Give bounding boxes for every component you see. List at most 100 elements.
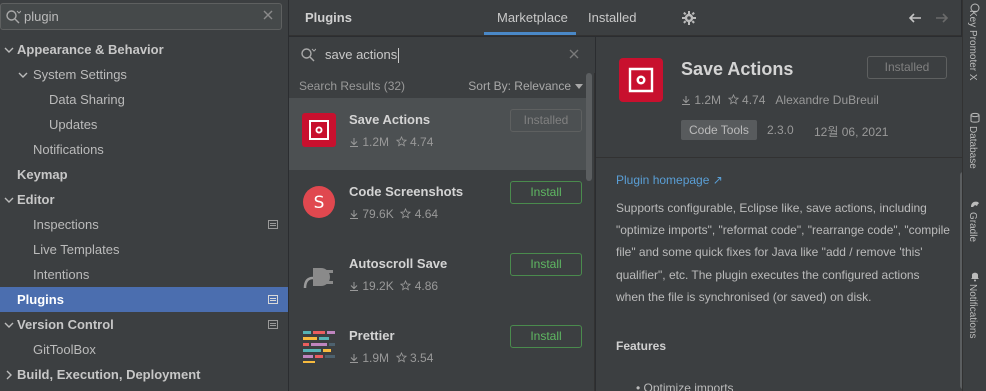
tool-window-notifications[interactable]: Notifications <box>967 284 978 338</box>
tree-item-live-templates[interactable]: Live Templates <box>0 237 288 262</box>
star-icon <box>727 93 739 105</box>
project-settings-icon <box>268 320 278 329</box>
code-screenshots-icon: S <box>303 186 335 218</box>
tree-item-label: Keymap <box>17 167 68 182</box>
rating: 4.74 <box>410 135 434 149</box>
search-icon <box>301 48 316 62</box>
plugin-search-value[interactable]: save actions <box>325 47 397 62</box>
rating: 3.54 <box>410 351 434 365</box>
prettier-icon <box>303 331 335 363</box>
installed-button[interactable]: Installed <box>510 109 582 132</box>
database-icon <box>970 112 980 123</box>
plugin-results-panel: save actions Search Results (32) Sort By… <box>289 37 595 391</box>
plugin-name: Prettier <box>349 328 395 343</box>
tab-marketplace[interactable]: Marketplace <box>497 10 568 25</box>
bell-icon <box>971 272 979 282</box>
tree-item-label: Version Control <box>17 317 114 332</box>
tree-item-label: Appearance & Behavior <box>17 42 164 57</box>
tree-item-data-sharing[interactable]: Data Sharing <box>0 87 288 112</box>
plugin-name: Autoscroll Save <box>349 256 448 271</box>
back-arrow-icon[interactable] <box>907 10 923 26</box>
tree-item-editor[interactable]: Editor <box>0 187 288 212</box>
download-icon <box>350 282 358 291</box>
sort-label[interactable]: Sort By: Relevance <box>468 79 571 93</box>
plugin-version: 2.3.0 <box>767 123 794 137</box>
clear-search-icon[interactable] <box>261 8 275 22</box>
tree-item-intentions[interactable]: Intentions <box>0 262 288 287</box>
chevron-down-icon[interactable] <box>4 320 14 330</box>
tab-installed[interactable]: Installed <box>588 10 636 25</box>
plugin-name: Save Actions <box>349 112 431 127</box>
plugins-header: Plugins Marketplace Installed <box>289 0 961 36</box>
tree-item-label: GitToolBox <box>33 342 96 357</box>
active-tab-indicator <box>484 32 576 35</box>
download-count: 1.9M <box>362 351 390 365</box>
plug-icon <box>303 268 333 289</box>
installed-button[interactable]: Installed <box>867 56 947 79</box>
rating: 4.64 <box>414 207 439 221</box>
tree-item-label: Notifications <box>33 142 104 157</box>
chevron-down-icon[interactable] <box>18 70 28 80</box>
chevron-down-icon[interactable] <box>575 84 583 90</box>
clear-search-icon[interactable] <box>569 49 579 59</box>
star-icon <box>400 279 412 291</box>
plugin-list-item[interactable]: Save Actions 1.2M 4.74 Installed <box>289 98 587 170</box>
tree-item-inspections[interactable]: Inspections <box>0 212 288 237</box>
plugin-search-value-wrap[interactable]: save actions <box>325 47 400 64</box>
chevron-right-icon[interactable] <box>4 370 14 380</box>
plugin-stats: 79.6K 4.64 <box>349 207 438 221</box>
plugin-homepage-link[interactable]: Plugin homepage ↗ <box>616 173 723 187</box>
tree-item-label: Updates <box>49 117 98 132</box>
download-count: 19.2K <box>362 279 394 293</box>
plugin-list-item[interactable]: Autoscroll Save 19.2K 4.86 Install <box>289 242 587 314</box>
sort-dropdown[interactable]: Sort By: Relevance <box>468 79 583 93</box>
results-scrollbar[interactable] <box>586 73 592 181</box>
save-actions-icon <box>302 113 336 147</box>
plugin-stats: 1.2M 4.74 <box>349 135 433 149</box>
save-actions-icon <box>619 58 663 102</box>
rating: 4.74 <box>742 93 766 107</box>
tree-item-keymap[interactable]: Keymap <box>0 162 288 187</box>
tree-item-gittoolbox[interactable]: GitToolBox <box>0 337 288 362</box>
plugin-detail-stats: 1.2M 4.74 Alexandre DuBreuil <box>681 93 879 107</box>
right-tool-strip: Key Promoter X Database Gradle Notificat… <box>962 0 986 391</box>
download-icon <box>350 210 358 219</box>
category-tag[interactable]: Code Tools <box>681 120 757 140</box>
results-count: Search Results (32) <box>299 79 406 93</box>
settings-sidebar: plugin Appearance & Behavior System Sett… <box>0 0 288 391</box>
tree-item-updates[interactable]: Updates <box>0 112 288 137</box>
plugin-name: Code Screenshots <box>349 184 464 199</box>
tool-window-database[interactable]: Database <box>967 126 978 169</box>
install-button[interactable]: Install <box>510 181 582 204</box>
tree-item-plugins[interactable]: Plugins <box>0 287 288 312</box>
plugin-list-item[interactable]: S Code Screenshots 79.6K 4.64 Install <box>289 170 587 242</box>
tree-item-version-control[interactable]: Version Control <box>0 312 288 337</box>
vendor-link[interactable]: Alexandre DuBreuil <box>775 93 878 107</box>
chevron-down-icon[interactable] <box>4 195 14 205</box>
tool-window-gradle[interactable]: Gradle <box>967 212 978 242</box>
forward-arrow-icon[interactable] <box>934 10 950 26</box>
tree-item-label: System Settings <box>33 67 127 82</box>
project-settings-icon <box>268 220 278 229</box>
release-date: 12월 06, 2021 <box>814 125 889 139</box>
tree-item-system-settings[interactable]: System Settings <box>0 62 288 87</box>
plugin-list-item[interactable]: Prettier 1.9M 3.54 Install <box>289 314 587 386</box>
gear-icon[interactable] <box>681 10 697 26</box>
settings-search-field[interactable]: plugin <box>0 3 282 30</box>
tree-item-build-execution-deployment[interactable]: Build, Execution, Deployment <box>0 362 288 387</box>
plugin-search-field[interactable]: save actions <box>289 37 595 73</box>
tree-item-appearance-behavior[interactable]: Appearance & Behavior <box>0 37 288 62</box>
plugin-title: Save Actions <box>681 59 794 79</box>
install-button[interactable]: Install <box>510 325 582 348</box>
install-button[interactable]: Install <box>510 253 582 276</box>
tree-item-label: Plugins <box>17 292 64 307</box>
tool-window-key-promoter[interactable]: Key Promoter X <box>967 10 978 81</box>
download-icon <box>350 138 358 147</box>
chevron-down-icon[interactable] <box>4 45 14 55</box>
star-icon <box>395 135 407 147</box>
tree-item-notifications[interactable]: Notifications <box>0 137 288 162</box>
download-icon <box>350 354 358 363</box>
settings-search-value[interactable]: plugin <box>24 9 59 24</box>
tree-item-label: Live Templates <box>33 242 120 257</box>
tree-item-label: Build, Execution, Deployment <box>17 367 201 382</box>
